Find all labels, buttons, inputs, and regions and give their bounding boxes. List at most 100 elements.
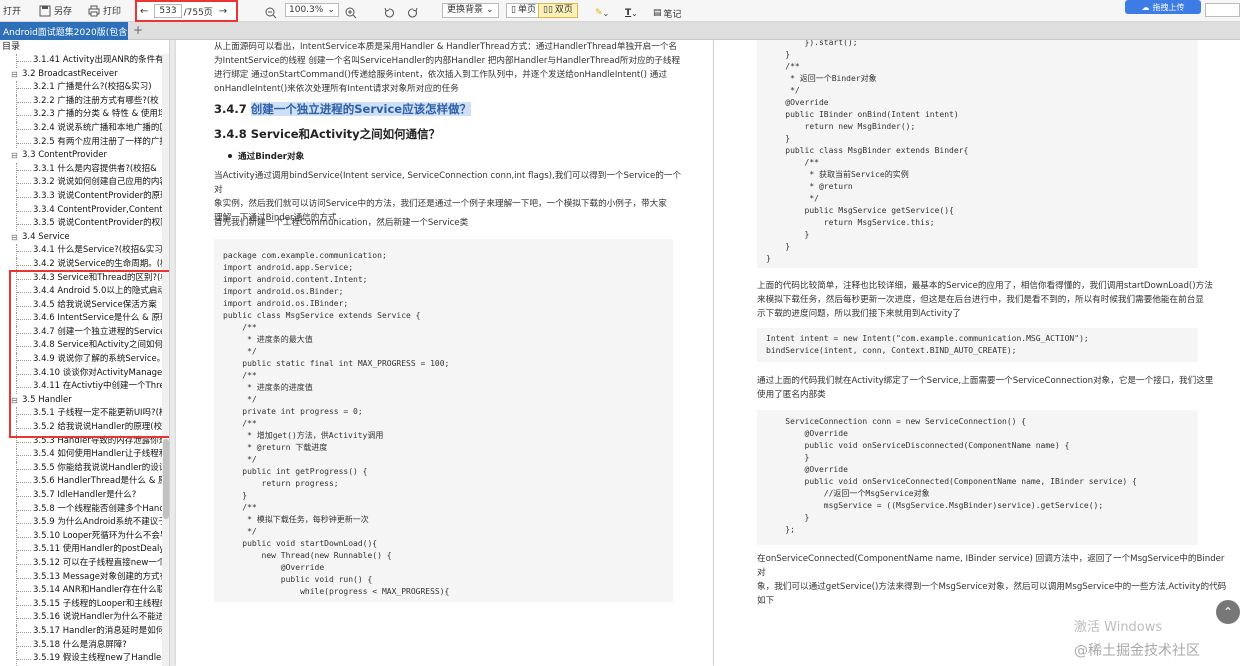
toc-item[interactable]: 3.4.4 Android 5.0以上的隐式启动	[0, 285, 162, 299]
toc-item[interactable]: 3.5.7 IdleHandler是什么?	[0, 489, 162, 503]
text-line: 进行绑定 通过onStartCommand()传递给服务intent，依次插入到…	[214, 70, 667, 80]
sidebar-scrollbar[interactable]	[162, 54, 169, 666]
toc-item[interactable]: 3.3.1 什么是内容提供者?(校招&	[0, 162, 162, 177]
toc-section-item[interactable]: ⊟ 3.4 Service	[0, 231, 162, 245]
page-total: /755页	[183, 7, 213, 18]
toc-item[interactable]: 3.5.19 假设主线程new了Handler	[0, 652, 162, 666]
toc-item[interactable]: 3.4.2 说说Service的生命周期。(校	[0, 257, 162, 272]
text-line: 在onServiceConnected(ComponentName name, …	[757, 554, 1225, 578]
tree-line	[17, 509, 31, 511]
code-line: return new MsgBinder();	[766, 122, 916, 131]
toc-item[interactable]: 3.5.17 Handler的消息延时是如何实	[0, 624, 162, 639]
toc-item[interactable]: 3.4.7 创建一个独立进程的Service	[0, 325, 162, 340]
toc-item[interactable]: 3.5.2 给我说说Handler的原理(校招	[0, 421, 162, 435]
code-line: * 增加get()方法，供Activity调用	[223, 431, 384, 440]
collapse-icon[interactable]: ⊟	[11, 149, 18, 163]
collapse-icon[interactable]: ⊟	[11, 394, 18, 408]
toc-item[interactable]: 3.5.11 使用Handler的postDealy后	[0, 543, 162, 557]
toc-item[interactable]: 3.4.6 IntentService是什么 & 原理	[0, 312, 162, 326]
toc-item-label: 3.3.3 说说ContentProvider的原理	[33, 190, 162, 201]
add-tab-icon[interactable]: +	[133, 23, 143, 37]
code-line: * @return	[766, 182, 853, 191]
toc-item[interactable]: 3.5.12 可以在子线程直接new一个H	[0, 556, 162, 571]
toc-item[interactable]: 3.5.15 子线程的Looper和主线程的	[0, 597, 162, 612]
toc-item[interactable]: 3.4.5 给我说说Service保活方案	[0, 298, 162, 313]
toc-item[interactable]: 3.5.13 Message对象创建的方式有	[0, 570, 162, 585]
zoom-out-button[interactable]	[262, 4, 283, 22]
toc-item[interactable]: 3.4.10 谈谈你对ActivityManager的	[0, 366, 162, 381]
text-tool-button[interactable]: T ⌄	[622, 4, 641, 22]
rotate-left-button[interactable]	[380, 4, 401, 22]
page-left: 从上面源码可以看出，IntentService本质是采用Handler & Ha…	[176, 40, 713, 666]
open-button[interactable]: 打开	[0, 2, 24, 20]
toc-item[interactable]: 3.5.1 子线程一定不能更新UI吗?(校	[0, 407, 162, 422]
saveas-button[interactable]: 另存	[36, 2, 75, 20]
highlight-tool-button[interactable]: ✎ ⌄	[592, 4, 612, 22]
toc-item[interactable]: 3.4.1 什么是Service?(校招&实习)	[0, 244, 162, 258]
toc-item[interactable]: 3.5.16 说说Handler为什么不能进	[0, 611, 162, 625]
toc-item[interactable]: 3.4.11 在Activtiy中创建一个Thread	[0, 380, 162, 394]
toc-item[interactable]: 3.5.9 为什么Android系统不建议子	[0, 516, 162, 530]
toc-item[interactable]: 3.2.1 广播是什么?(校招&实习)	[0, 81, 162, 95]
change-background-button[interactable]: 更换背景 ⌄	[442, 3, 499, 18]
toc-item[interactable]: 3.1.41 Activity出现ANR的条件有哪	[0, 54, 162, 68]
drag-upload-button[interactable]: ☁ 拖拽上传	[1125, 0, 1201, 14]
collapse-icon[interactable]: ⊟	[11, 231, 18, 245]
toc-item[interactable]: 3.3.5 说说ContentProvider的权限	[0, 217, 162, 231]
toc-item[interactable]: 3.5.5 你能给我说说Handler的设计	[0, 461, 162, 476]
toc-item[interactable]: 3.5.6 HandlerThread是什么 & 原	[0, 475, 162, 489]
single-page-button[interactable]: ▯ 单页	[506, 3, 541, 18]
toc-item[interactable]: 3.2.5 有两个应用注册了一样的广播	[0, 135, 162, 150]
print-button[interactable]: 打印	[85, 2, 124, 20]
document-tab[interactable]: Android面试题集2020版(包含 ×	[0, 22, 128, 40]
text-line: 示下载的进度问题，所以我们接下来就用到Activity了	[757, 309, 962, 319]
toc-section-item[interactable]: ⊟ 3.2 BroadcastReceiver	[0, 68, 162, 82]
toc-item[interactable]: 3.4.3 Service和Thread的区别?(校	[0, 271, 162, 286]
next-page-icon[interactable]: →	[219, 6, 227, 17]
collapse-icon[interactable]: ⊟	[11, 68, 18, 82]
toc-item[interactable]: 3.2.3 广播的分类 & 特性 & 使用场	[0, 108, 162, 122]
zoom-in-button[interactable]	[342, 4, 363, 22]
bullet-binder: 通过Binder对象	[227, 152, 305, 162]
toc-item-label: 3.4.2 说说Service的生命周期。(校	[33, 258, 162, 269]
prev-page-icon[interactable]: ←	[140, 6, 148, 17]
toc-item[interactable]: 3.4.9 说说你了解的系统Service。	[0, 353, 162, 367]
toc-item-label: 3.4.7 创建一个独立进程的Service	[33, 326, 162, 337]
toc-item[interactable]: 3.5.10 Looper死循环为什么不会导	[0, 529, 162, 544]
toc-item[interactable]: 3.2.2 广播的注册方式有哪些?(校	[0, 94, 162, 109]
note-button[interactable]: ▤ 笔记	[650, 4, 685, 22]
tree-line	[17, 482, 31, 484]
toc-item[interactable]: 3.5.14 ANR和Handler存在什么联	[0, 584, 162, 598]
text-line: 上面的代码比较简单，注释也比较详细，最基本的Service的应用了，相信你看得懂…	[757, 281, 1213, 291]
heading-3-4-8: 3.4.8 Service和Activity之间如何通信？	[214, 127, 441, 141]
zoom-select[interactable]: 100.3% ⌄	[285, 3, 339, 17]
toc-item[interactable]: 3.5.8 一个线程能否创建多个Handl	[0, 502, 162, 517]
double-page-button[interactable]: ▯▯ 双页	[538, 3, 578, 18]
toc-item[interactable]: 3.5.4 如何使用Handler让子线程和	[0, 448, 162, 462]
toc-item-label: 3.5.11 使用Handler的postDealy后	[33, 544, 162, 555]
toc-item[interactable]: 3.3.4 ContentProvider,ContentR	[0, 203, 162, 218]
document-view[interactable]: 从上面源码可以看出，IntentService本质是采用Handler & Ha…	[171, 40, 1240, 666]
toc-item-label: 3.5.9 为什么Android系统不建议子	[33, 517, 162, 528]
code-line: * @return 下载进度	[223, 443, 328, 452]
toc-item[interactable]: 3.5.3 Handler导致的内存泄露你是	[0, 434, 162, 449]
toc-item[interactable]: 3.4.8 Service和Activity之间如何通	[0, 339, 162, 354]
toc-item[interactable]: 3.5.18 什么是消息屏障?	[0, 638, 162, 653]
toc-item[interactable]: 3.3.2 说说如何创建自己应用的内容	[0, 176, 162, 190]
toc-section-item[interactable]: ⊟ 3.3 ContentProvider	[0, 149, 162, 163]
toc-item-label: 3.5.1 子线程一定不能更新UI吗?(校	[33, 408, 162, 419]
toc-item[interactable]: 3.2.4 说说系统广播和本地广播的区	[0, 121, 162, 136]
toc-item-label: 3.5.7 IdleHandler是什么?	[33, 490, 137, 500]
code-line: private int progress = 0;	[223, 407, 363, 416]
toc-item[interactable]: 3.3.3 说说ContentProvider的原理	[0, 189, 162, 204]
highlighter-icon: ✎	[595, 8, 603, 18]
page-number-input[interactable]: 533	[154, 4, 182, 18]
tree-line	[17, 468, 31, 470]
scroll-to-top-button[interactable]: ⌃	[1216, 600, 1240, 624]
rotate-right-button[interactable]	[404, 4, 425, 22]
scrollbar-thumb[interactable]	[163, 439, 169, 519]
note-icon: ▤	[653, 8, 662, 18]
tree-line	[17, 292, 31, 294]
search-field[interactable]	[1205, 3, 1240, 17]
toc-section-item[interactable]: ⊟ 3.5 Handler	[0, 394, 162, 408]
